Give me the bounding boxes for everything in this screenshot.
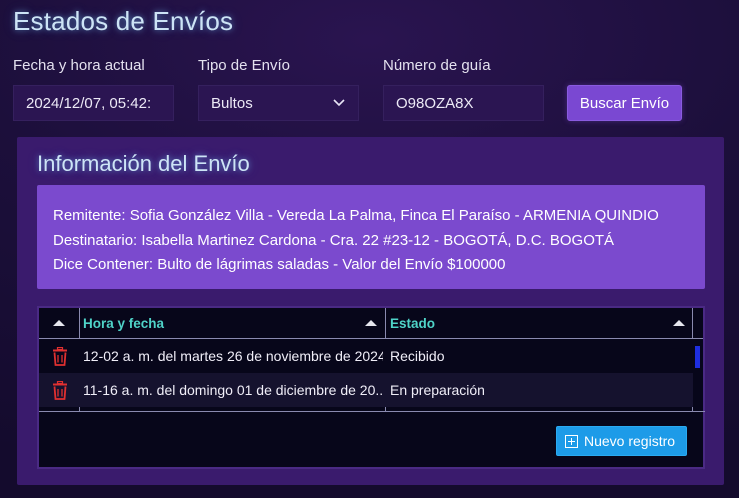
table-row[interactable]: 11-16 a. m. del domingo 01 de diciembre …	[39, 373, 693, 407]
datetime-field[interactable]: 2024/12/07, 05:42:	[13, 85, 174, 121]
row-datetime: 12-02 a. m. del martes 26 de noviembre d…	[83, 348, 383, 364]
sender-info: Remitente: Sofia González Villa - Vereda…	[53, 207, 659, 224]
status-grid: Hora y fecha Estado 12-02 a. m. del mart…	[37, 306, 705, 469]
row-status: Recibido	[390, 348, 445, 364]
sort-asc-icon	[53, 320, 65, 326]
recipient-info: Destinatario: Isabella Martinez Cardona …	[53, 231, 615, 249]
panel-title: Información del Envío	[37, 151, 250, 176]
guide-number-label: Número de guía	[383, 57, 491, 74]
new-record-button[interactable]: Nuevo registro	[556, 426, 687, 456]
trash-icon[interactable]	[52, 347, 68, 366]
grid-header: Hora y fecha Estado	[39, 308, 703, 339]
grid-scrollbar[interactable]	[695, 346, 700, 368]
shipment-type-select[interactable]: Bultos	[198, 85, 359, 121]
actions-column-header[interactable]	[39, 308, 79, 338]
column-header-datetime-label: Hora y fecha	[83, 315, 165, 331]
datetime-label: Fecha y hora actual	[13, 57, 145, 74]
sort-asc-icon	[365, 320, 377, 326]
page-title: Estados de Envíos	[13, 6, 234, 36]
sort-asc-icon	[673, 320, 685, 326]
column-header-datetime[interactable]: Hora y fecha	[83, 308, 385, 338]
guide-number-input[interactable]: O98OZA8X	[383, 85, 544, 121]
shipment-type-value: Bultos	[211, 94, 253, 112]
plus-square-icon	[565, 434, 578, 448]
shipment-type-label: Tipo de Envío	[198, 57, 290, 74]
chevron-down-icon	[333, 99, 345, 107]
column-header-status[interactable]: Estado	[390, 308, 693, 338]
table-row[interactable]: 12-02 a. m. del martes 26 de noviembre d…	[39, 339, 693, 373]
new-record-label: Nuevo registro	[584, 433, 676, 449]
shipment-details: Remitente: Sofia González Villa - Vereda…	[37, 185, 705, 289]
row-datetime: 11-16 a. m. del domingo 01 de diciembre …	[83, 382, 383, 398]
trash-icon[interactable]	[52, 381, 68, 400]
column-header-status-label: Estado	[390, 315, 436, 331]
rows-bottom-divider	[39, 411, 705, 412]
row-status: En preparación	[390, 382, 485, 398]
contents-info: Dice Contener: Bulto de lágrimas saladas…	[53, 256, 506, 273]
search-shipment-button[interactable]: Buscar Envío	[567, 85, 682, 121]
datetime-value: 2024/12/07, 05:42:	[26, 94, 152, 112]
shipment-info-panel: Información del Envío Remitente: Sofia G…	[17, 137, 724, 485]
guide-number-value: O98OZA8X	[396, 94, 474, 112]
